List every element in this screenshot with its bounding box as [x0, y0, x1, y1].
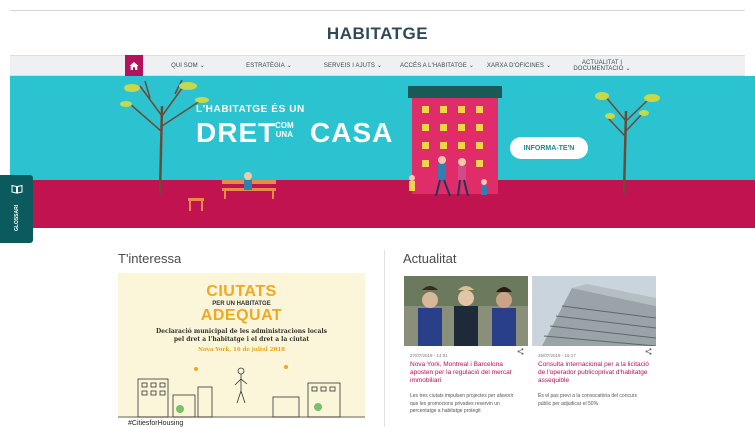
chevron-down-icon: ⌄ [199, 62, 205, 69]
share-icon[interactable] [517, 348, 524, 355]
glossary-label: GLOSSARI [14, 204, 20, 231]
home-icon [129, 61, 139, 70]
declaration-text: Declaració municipal de les administraci… [155, 328, 328, 343]
book-icon [11, 184, 23, 194]
hero-title-line1: L'HABITATGE ÉS UN [196, 104, 305, 115]
nav-item-acces-habitatge[interactable]: ACCÉS A L'HABITATGE ⌄ [398, 55, 476, 76]
cities-hashtag: #CitiesforHousing [118, 418, 365, 427]
site-logo[interactable]: HABITATGE [0, 24, 755, 44]
ciutats-card[interactable]: CIUTATS PER UN HABITATGE ADEQUAT Declara… [118, 273, 365, 418]
home-button[interactable] [125, 55, 143, 76]
hero-word-casa: CASA [310, 117, 394, 148]
hero-com-una: COM UNA [275, 121, 294, 139]
hero-word-dret: DRET [196, 117, 277, 148]
news-excerpt: És el pas previ a la convocatòria del co… [538, 393, 637, 407]
header-divider [10, 10, 745, 11]
city-illustration [118, 365, 365, 418]
news-photo [532, 276, 656, 346]
section-divider [384, 250, 385, 427]
chevron-down-icon: ⌄ [286, 62, 292, 69]
news-card[interactable]: 25/07/2018 - 16:17 Consulta internaciona… [532, 276, 656, 427]
chevron-down-icon: ⌄ [468, 62, 474, 69]
nav-item-estrategia[interactable]: ESTRATÈGIA ⌄ [240, 55, 298, 76]
chevron-down-icon: ⌄ [545, 62, 552, 69]
informa-button[interactable]: INFORMA-TE'N [510, 137, 588, 159]
section-title-interessa: T'interessa [118, 251, 182, 266]
nav-item-qui-som[interactable]: QUI SOM ⌄ [163, 55, 213, 76]
news-card[interactable]: 27/07/2018 - 14:01 Nova York, Montreal i… [404, 276, 528, 427]
news-headline[interactable]: Nova York, Montreal i Barcelona aposten … [410, 361, 522, 385]
news-headline[interactable]: Consulta internacional per a la licitaci… [538, 361, 650, 385]
chevron-down-icon: ⌄ [625, 65, 631, 72]
hero-illustration [10, 76, 755, 228]
hero-banner: L'HABITATGE ÉS UN DRET COM UNA CASA INFO… [10, 76, 755, 228]
nav-item-serveis-ajuts[interactable]: SERVEIS I AJUTS ⌄ [322, 55, 384, 76]
news-date: 25/07/2018 - 16:17 [538, 353, 576, 358]
news-date: 27/07/2018 - 14:01 [410, 353, 448, 358]
news-photo [404, 276, 528, 346]
glossary-tab[interactable]: GLOSSARI [0, 175, 33, 243]
chevron-down-icon: ⌄ [376, 62, 383, 69]
nav-item-xarxa-oficines[interactable]: XARXA D'OFICINES ⌄ [486, 55, 552, 76]
news-excerpt: Les tres ciutats impulsen projectes per … [410, 393, 514, 414]
nav-item-actualitat-documentacio[interactable]: ACTUALITAT I DOCUMENTACIÓ ⌄ [570, 55, 634, 76]
section-title-actualitat: Actualitat [403, 251, 457, 266]
share-icon[interactable] [645, 348, 652, 355]
